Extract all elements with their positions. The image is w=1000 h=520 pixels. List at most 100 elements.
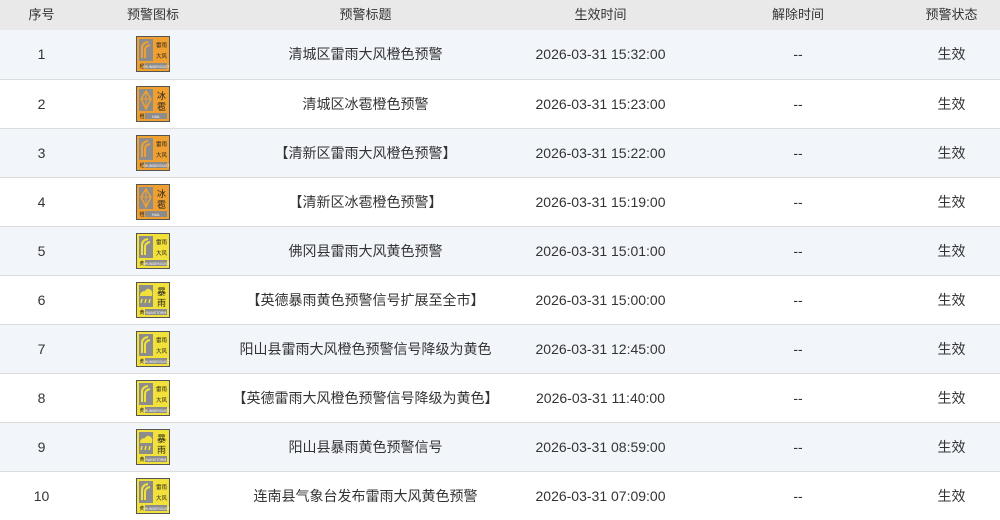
row-status: 生效 (937, 242, 966, 259)
svg-text:雷雨: 雷雨 (156, 42, 168, 49)
svg-text:雨: 雨 (157, 298, 166, 309)
row-start-time: 2026-03-31 15:19:00 (535, 193, 666, 210)
svg-text:THUNDERGUST: THUNDERGUST (142, 360, 170, 364)
row-start-time: 2026-03-31 15:22:00 (535, 144, 666, 161)
hail-orange-icon: 冰雹橙 HAIL (136, 85, 170, 122)
row-icon: 雷雨 大风黄 THUNDERGUST (83, 226, 223, 275)
row-start-time: 2026-03-31 15:32:00 (535, 46, 666, 63)
table-row: 8 雷雨 大风黄 THUNDERGUST 【英德雷雨大风橙色预警信号降级为黄色】 2026… (0, 373, 1000, 422)
row-status: 生效 (937, 389, 966, 406)
svg-text:THUNDERGUST: THUNDERGUST (142, 262, 170, 266)
row-index: 1 (37, 46, 46, 63)
row-status: 生效 (937, 487, 966, 504)
row-index: 4 (37, 193, 46, 210)
header-icon: 预警图标 (126, 7, 179, 22)
row-index: 6 (37, 291, 46, 308)
row-title: 清城区雷雨大风橙色预警 (288, 46, 443, 63)
svg-text:雷雨: 雷雨 (156, 484, 168, 491)
svg-text:橙: 橙 (139, 211, 144, 218)
svg-text:橙: 橙 (139, 113, 144, 120)
row-end-time: -- (793, 193, 803, 210)
thunder-wind-orange-icon: 雷雨 大风橙 THUNDERGUST (136, 134, 170, 171)
rainstorm-yellow-icon: 暴雨黄 RAINSTORM (136, 281, 170, 318)
thunder-wind-yellow-icon: 雷雨 大风黄 THUNDERGUST (136, 330, 170, 367)
svg-text:雹: 雹 (157, 200, 166, 211)
row-status: 生效 (937, 46, 966, 63)
row-start-time: 2026-03-31 08:59:00 (535, 438, 666, 455)
row-status: 生效 (937, 193, 966, 210)
table-row: 10 雷雨 大风黄 THUNDERGUST 连南县气象台发布雷雨大风黄色预警 2026-0… (0, 471, 1000, 520)
svg-text:暴: 暴 (157, 434, 166, 445)
row-icon: 雷雨 大风橙 THUNDERGUST (83, 128, 223, 177)
svg-text:冰: 冰 (157, 188, 166, 200)
thunder-wind-yellow-icon: 雷雨 大风黄 THUNDERGUST (136, 232, 170, 269)
row-index: 2 (37, 95, 46, 112)
row-end-time: -- (793, 291, 803, 308)
svg-text:THUNDERGUST: THUNDERGUST (142, 507, 170, 511)
row-index: 9 (37, 438, 46, 455)
row-title: 清城区冰雹橙色预警 (302, 95, 429, 112)
row-icon: 雷雨 大风黄 THUNDERGUST (83, 373, 223, 422)
header-end-time: 解除时间 (771, 7, 824, 22)
table-row: 9 暴雨黄 RAINSTORM 阳山县暴雨黄色预警信号 2026-03-31 08:59… (0, 422, 1000, 471)
svg-text:RAINSTORM: RAINSTORM (146, 458, 167, 462)
table-row: 6 暴雨黄 RAINSTORM 【英德暴雨黄色预警信号扩展至全市】 2026-03-31… (0, 275, 1000, 324)
row-status: 生效 (937, 291, 966, 308)
table-row: 5 雷雨 大风黄 THUNDERGUST 佛冈县雷雨大风黄色预警 2026-03-31 1… (0, 226, 1000, 275)
row-title: 【清新区雷雨大风橙色预警】 (274, 144, 457, 161)
svg-text:雹: 雹 (157, 102, 166, 113)
table-row: 4 冰雹橙 HAIL 【清新区冰雹橙色预警】 2026-03-31 15:19:00 --… (0, 177, 1000, 226)
row-title: 【英德暴雨黄色预警信号扩展至全市】 (246, 291, 485, 308)
header-start-time: 生效时间 (574, 7, 627, 22)
row-end-time: -- (793, 242, 803, 259)
row-title: 【英德雷雨大风橙色预警信号降级为黄色】 (232, 389, 499, 406)
row-title: 佛冈县雷雨大风黄色预警 (288, 242, 443, 259)
svg-text:大风: 大风 (156, 52, 168, 60)
row-status: 生效 (937, 438, 966, 455)
table-row: 3 雷雨 大风橙 THUNDERGUST 【清新区雷雨大风橙色预警】 2026-03-31… (0, 128, 1000, 177)
row-index: 8 (37, 389, 46, 406)
svg-text:黄: 黄 (139, 456, 144, 463)
thunder-wind-orange-icon: 雷雨 大风橙 THUNDERGUST (136, 36, 170, 73)
row-end-time: -- (793, 340, 803, 357)
row-end-time: -- (793, 438, 803, 455)
row-icon: 雷雨 大风橙 THUNDERGUST (83, 30, 223, 79)
row-icon: 雷雨 大风黄 THUNDERGUST (83, 324, 223, 373)
svg-text:THUNDERGUST: THUNDERGUST (142, 65, 170, 69)
row-title: 【清新区冰雹橙色预警】 (288, 193, 443, 210)
row-icon: 暴雨黄 RAINSTORM (83, 275, 223, 324)
rainstorm-yellow-icon: 暴雨黄 RAINSTORM (136, 428, 170, 465)
row-end-time: -- (793, 144, 803, 161)
row-index: 5 (37, 242, 46, 259)
svg-text:雨: 雨 (157, 445, 166, 456)
row-end-time: -- (793, 46, 803, 63)
row-index: 10 (33, 487, 50, 504)
svg-text:大风: 大风 (156, 396, 168, 404)
header-index: 序号 (28, 7, 55, 22)
thunder-wind-yellow-icon: 雷雨 大风黄 THUNDERGUST (136, 477, 170, 514)
hail-orange-icon: 冰雹橙 HAIL (136, 183, 170, 220)
row-index: 7 (37, 340, 46, 357)
row-status: 生效 (937, 95, 966, 112)
row-icon: 雷雨 大风黄 THUNDERGUST (83, 471, 223, 520)
svg-text:THUNDERGUST: THUNDERGUST (142, 164, 170, 168)
row-end-time: -- (793, 389, 803, 406)
warning-table: 序号 预警图标 预警标题 生效时间 解除时间 预警状态 1 雷雨 大风橙 THUNDE… (0, 0, 1000, 520)
row-title: 连南县气象台发布雷雨大风黄色预警 (253, 487, 478, 504)
thunder-wind-yellow-icon: 雷雨 大风黄 THUNDERGUST (136, 379, 170, 416)
row-status: 生效 (937, 340, 966, 357)
svg-text:黄: 黄 (139, 309, 144, 316)
svg-text:HAIL: HAIL (152, 115, 160, 119)
row-start-time: 2026-03-31 15:00:00 (535, 291, 666, 308)
row-icon: 冰雹橙 HAIL (83, 79, 223, 128)
table-row: 7 雷雨 大风黄 THUNDERGUST 阳山县雷雨大风橙色预警信号降级为黄色 2026-… (0, 324, 1000, 373)
table-row: 1 雷雨 大风橙 THUNDERGUST 清城区雷雨大风橙色预警 2026-03-31 1… (0, 30, 1000, 79)
header-status: 预警状态 (925, 7, 978, 22)
svg-text:雷雨: 雷雨 (156, 337, 168, 344)
svg-text:THUNDERGUST: THUNDERGUST (142, 409, 170, 413)
svg-text:暴: 暴 (157, 287, 166, 298)
row-start-time: 2026-03-31 15:23:00 (535, 95, 666, 112)
row-start-time: 2026-03-31 07:09:00 (535, 487, 666, 504)
svg-text:大风: 大风 (156, 347, 168, 355)
row-end-time: -- (793, 487, 803, 504)
